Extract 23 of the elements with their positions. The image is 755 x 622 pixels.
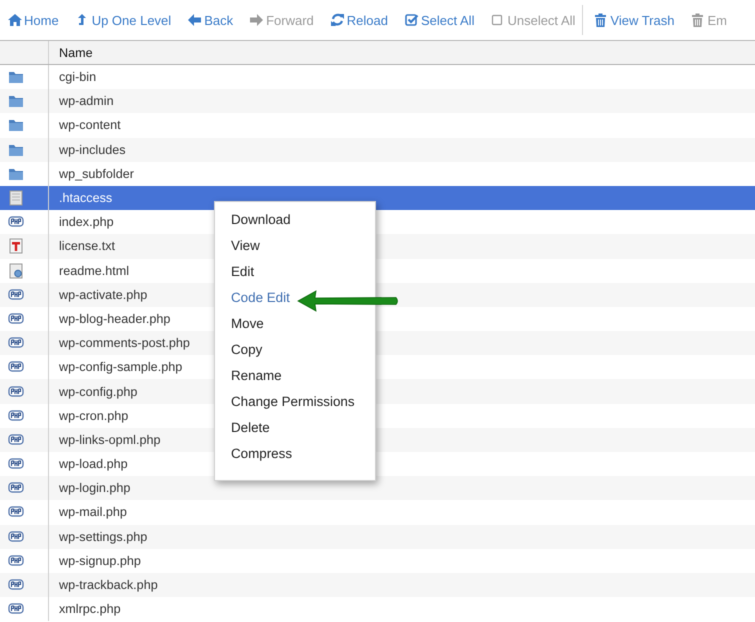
file-name: wp-config-sample.php <box>58 360 182 374</box>
file-name: cgi-bin <box>58 70 96 84</box>
file-name: wp-activate.php <box>58 288 148 302</box>
file-name: wp-content <box>58 118 121 132</box>
file-name: wp-includes <box>58 142 126 157</box>
file-name: wp-load.php <box>58 457 128 472</box>
file-name: index.php <box>58 215 114 230</box>
file-name: license.txt <box>58 239 115 254</box>
file-name: wp-links-opml.php <box>58 432 160 447</box>
file-name: wp-signup.php <box>58 554 141 568</box>
file-name: wp-config.php <box>58 384 138 399</box>
file-name: readme.html <box>58 264 129 278</box>
file-name: wp-cron.php <box>58 408 128 423</box>
file-name: wp-settings.php <box>58 530 148 544</box>
file-name: xmlrpc.php <box>58 602 121 616</box>
file-name: wp_subfolder <box>58 166 134 181</box>
file-name: wp-admin <box>58 94 114 108</box>
file-name: wp-blog-header.php <box>58 312 170 326</box>
file-name: .htaccess <box>58 191 112 206</box>
file-name: wp-comments-post.php <box>58 336 190 350</box>
file-name: wp-login.php <box>58 481 130 496</box>
file-name: wp-trackback.php <box>58 578 158 592</box>
file-name: wp-mail.php <box>58 505 127 520</box>
